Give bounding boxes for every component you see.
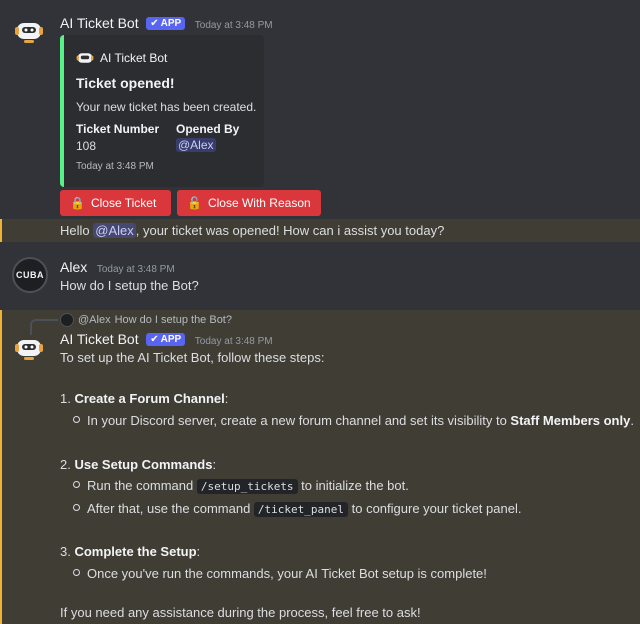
greeting-text: Hello <box>60 223 94 238</box>
reply-mention: @Alex <box>78 314 111 326</box>
user-avatar[interactable]: CUBA <box>12 257 48 293</box>
intro-text: To set up the AI Ticket Bot, follow thes… <box>60 350 325 365</box>
step1-colon: : <box>224 391 229 406</box>
reply-reference[interactable]: @Alex How do I setup the Bot? <box>60 313 232 327</box>
step1-bullet-text: In your Discord server, create a new for… <box>87 413 511 428</box>
bot-avatar[interactable] <box>14 16 44 46</box>
close-ticket-label: Close Ticket <box>90 196 157 210</box>
step1-bullet-bold: Staff Members only <box>510 413 631 428</box>
step1-bullet: In your Discord server, create a new for… <box>87 413 634 428</box>
highlighted-bot-reply: @Alex How do I setup the Bot? AI Ticket … <box>0 310 640 624</box>
step1-number: 1. <box>60 391 71 406</box>
user-message-timestamp: Today at 3:48 PM <box>96 264 175 275</box>
avatar-text: CUBA <box>16 270 44 280</box>
step2-bullet1-text: Run the command <box>87 478 197 493</box>
bot-username[interactable]: AI Ticket Bot <box>60 15 139 31</box>
app-badge-2: ✔ APP <box>146 333 186 346</box>
bot-avatar-icon <box>15 23 43 43</box>
step3-title: Complete the Setup <box>74 544 197 559</box>
step2-title: Use Setup Commands <box>74 457 213 472</box>
close-with-reason-label: Close With Reason <box>207 196 311 210</box>
step3-bullet-marker <box>73 569 80 576</box>
user-message-header: Alex Today at 3:48 PM <box>60 259 175 275</box>
reply-highlight-bar <box>0 310 2 624</box>
app-badge-label: APP <box>160 18 182 29</box>
user-username[interactable]: Alex <box>60 259 87 275</box>
check-icon: ✔ <box>150 334 159 345</box>
ticket-panel-command[interactable]: /ticket_panel <box>253 502 349 517</box>
bot-username-2[interactable]: AI Ticket Bot <box>60 331 139 347</box>
embed-footer: Today at 3:48 PM <box>76 161 154 172</box>
bot-avatar-2[interactable] <box>14 333 44 363</box>
field-opened-by-mention[interactable]: @Alex <box>176 138 216 152</box>
step2-bullet1-marker <box>73 481 80 488</box>
step2-bullet2-text: After that, use the command <box>87 501 254 516</box>
embed-description: Your new ticket has been created. <box>76 100 257 114</box>
field-ticket-number-value: 108 <box>76 139 97 153</box>
bot-reply-timestamp: Today at 3:48 PM <box>194 336 273 347</box>
message-header: AI Ticket Bot ✔ APP Today at 3:48 PM <box>60 15 273 31</box>
step1-bullet-end: . <box>630 413 634 428</box>
step2-number: 2. <box>60 457 71 472</box>
step3-heading: 3. Complete the Setup: <box>60 544 200 559</box>
bot-avatar-icon <box>15 340 43 360</box>
step2-heading: 2. Use Setup Commands: <box>60 457 216 472</box>
step3-colon: : <box>196 544 201 559</box>
highlighted-message: Hello @Alex, your ticket was opened! How… <box>0 219 640 242</box>
ticket-embed: AI Ticket Bot Ticket opened! Your new ti… <box>60 35 264 187</box>
message-timestamp: Today at 3:48 PM <box>194 20 273 31</box>
field-opened-by-name: Opened By <box>176 122 240 136</box>
step2-bullet2: After that, use the command /ticket_pane… <box>87 501 522 517</box>
bot-reply-header: AI Ticket Bot ✔ APP Today at 3:48 PM <box>60 331 273 347</box>
mention-highlight-bar <box>0 219 2 242</box>
step2-bullet1-end: to initialize the bot. <box>297 478 409 493</box>
field-ticket-number-name: Ticket Number <box>76 122 160 136</box>
embed-author: AI Ticket Bot <box>100 51 168 65</box>
greeting-rest: , your ticket was opened! How can i assi… <box>135 223 445 238</box>
step2-bullet2-end: to configure your ticket panel. <box>348 501 522 516</box>
close-with-reason-button[interactable]: 🔓 Close With Reason <box>177 190 321 216</box>
outro-text: If you need any assistance during the pr… <box>60 605 421 620</box>
step3-number: 3. <box>60 544 71 559</box>
app-badge-label-2: APP <box>160 334 182 345</box>
app-badge: ✔ APP <box>146 17 186 30</box>
step2-bullet1: Run the command /setup_tickets to initia… <box>87 478 409 494</box>
embed-title: Ticket opened! <box>76 75 175 91</box>
close-ticket-button[interactable]: 🔒 Close Ticket <box>60 190 171 216</box>
reply-preview-text: How do I setup the Bot? <box>114 314 232 326</box>
step1-title: Create a Forum Channel <box>74 391 225 406</box>
embed-author-icon <box>76 53 94 63</box>
setup-tickets-command[interactable]: /setup_tickets <box>196 479 298 494</box>
user-mention[interactable]: @Alex <box>93 223 136 238</box>
lock-icon: 🔒 <box>70 196 85 210</box>
step3-bullet: Once you've run the commands, your AI Ti… <box>87 566 487 581</box>
check-icon: ✔ <box>150 18 159 29</box>
step1-bullet-marker <box>73 416 80 423</box>
step2-bullet2-marker <box>73 504 80 511</box>
message-text: Hello @Alex, your ticket was opened! How… <box>60 223 444 238</box>
reply-avatar-icon <box>60 313 74 327</box>
step1-heading: 1. Create a Forum Channel: <box>60 391 228 406</box>
step2-colon: : <box>212 457 217 472</box>
unlock-icon: 🔓 <box>187 196 202 210</box>
user-message-text: How do I setup the Bot? <box>60 278 199 293</box>
